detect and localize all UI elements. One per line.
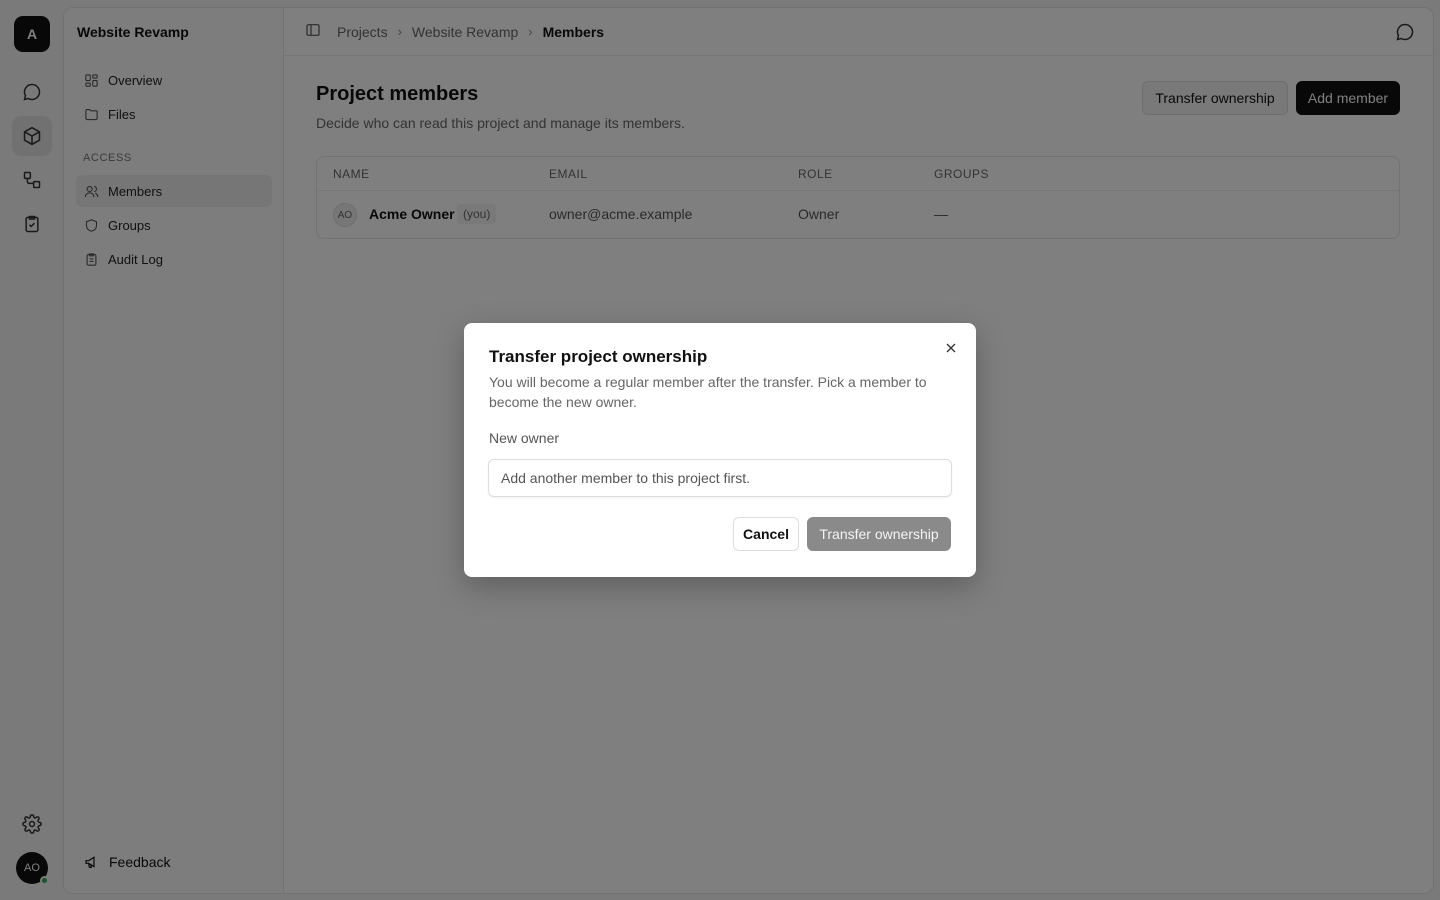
cancel-button[interactable]: Cancel [733, 517, 799, 551]
new-owner-select[interactable]: Add another member to this project first… [488, 459, 952, 497]
new-owner-label: New owner [489, 430, 560, 446]
dialog-title: Transfer project ownership [489, 347, 708, 366]
confirm-transfer-button[interactable]: Transfer ownership [807, 517, 951, 551]
close-icon[interactable] [943, 340, 959, 356]
transfer-ownership-dialog: Transfer project ownership You will beco… [464, 323, 976, 577]
dialog-description: You will become a regular member after t… [489, 374, 927, 410]
